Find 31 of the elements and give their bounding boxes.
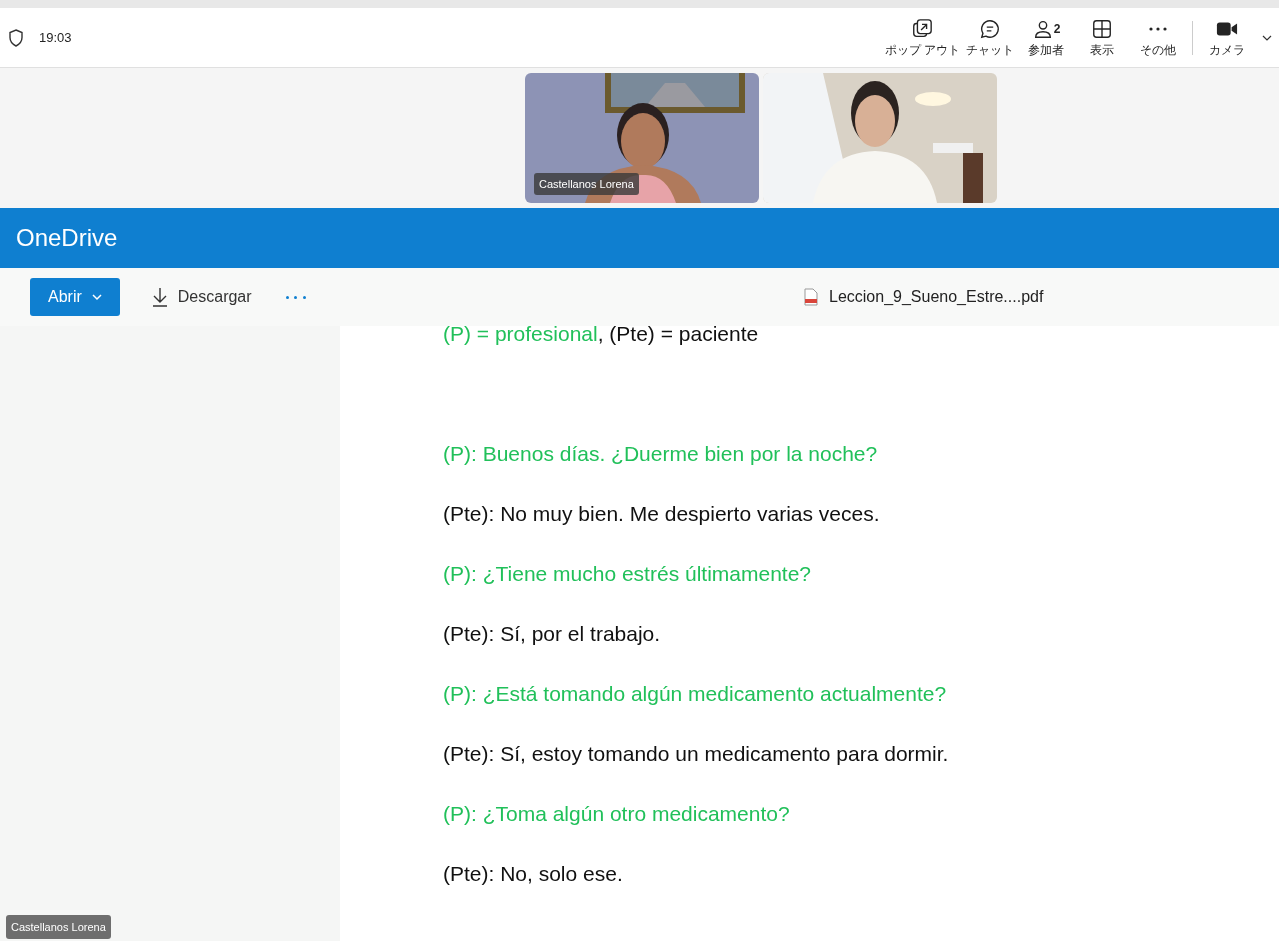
camera-button[interactable]: カメラ	[1199, 9, 1255, 66]
chat-icon	[979, 17, 1001, 40]
chevron-down-icon	[91, 292, 102, 302]
grid-icon	[1091, 17, 1113, 40]
pdf-file-icon	[803, 288, 819, 306]
dialogue-line: (Pte): No muy bien. Me despierto varias veces.	[443, 501, 881, 527]
more-button[interactable]: その他	[1130, 9, 1186, 66]
chat-button[interactable]: チャット	[962, 9, 1018, 66]
participant-name: Castellanos Lorena	[534, 172, 639, 195]
dialogue-line: (P): ¿Está tomando algún medicamento actualmente?	[443, 681, 948, 707]
pop-out-icon	[911, 17, 934, 40]
app-title: OneDrive	[16, 223, 118, 253]
presenter-name: Castellanos Lorena	[6, 914, 111, 939]
open-button[interactable]: Abrir	[30, 278, 120, 316]
dialogue-line: (P): ¿Tiene mucho estrés últimamente?	[443, 561, 813, 587]
dialogue-line: (P): Buenos días. ¿Duerme bien por la noche?	[443, 441, 879, 467]
people-button[interactable]: 2 参加者	[1018, 9, 1074, 66]
dialogue-line: (Pte): No, solo ese.	[443, 861, 624, 887]
download-button[interactable]: Descargar	[151, 285, 252, 309]
view-button[interactable]: 表示	[1074, 9, 1130, 66]
download-icon	[151, 287, 168, 307]
shield-icon	[8, 28, 24, 47]
popout-button[interactable]: ポップ アウト	[882, 9, 962, 66]
dialogue-line: (P) = profesional, (Pte) = paciente	[443, 326, 760, 347]
dialogue-line: (Pte): Sí, estoy tomando un medicamento para dormir.	[443, 741, 950, 767]
file-name: Leccion_9_Sueno_Estre....pdf	[829, 287, 1044, 307]
dialogue-line: (P): ¿Toma algún otro medicamento?	[443, 801, 791, 827]
dialogue-line: (Pte): Sí, por el trabajo.	[443, 621, 662, 647]
meeting-timer: 19:03	[39, 28, 72, 47]
more-icon	[1149, 26, 1167, 31]
chevron-down-icon	[1262, 34, 1272, 41]
